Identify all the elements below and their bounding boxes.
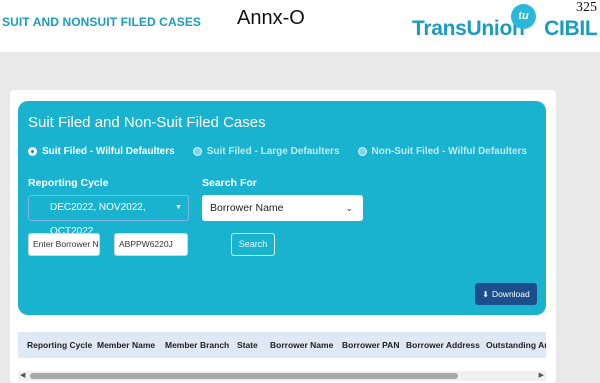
- radio-unselected-icon: [192, 147, 202, 156]
- panel-title: Suit Filed and Non-Suit Filed Cases: [28, 114, 266, 131]
- page-number: 325: [576, 0, 597, 15]
- column-header[interactable]: State: [237, 332, 258, 358]
- radio-label: Suit Filed - Wilful Defaulters: [42, 146, 175, 157]
- radio-label: Suit Filed - Large Defaulters: [206, 146, 340, 157]
- brand-name: TransUnion: [412, 17, 525, 40]
- scroll-left-icon[interactable]: ◀: [20, 371, 25, 381]
- results-table-header: Reporting Cycle Member Name Member Branc…: [18, 332, 546, 358]
- radio-selected-icon: [28, 147, 37, 156]
- download-label: Download: [491, 289, 530, 299]
- search-button[interactable]: Search: [231, 233, 275, 256]
- annex-label: Annx-O: [237, 7, 305, 29]
- scrollbar-thumb[interactable]: [30, 373, 458, 379]
- reporting-cycle-value: DEC2022, NOV2022, OCT2022: [50, 202, 146, 237]
- column-header[interactable]: Member Branch: [165, 332, 229, 358]
- download-icon: ⬇: [482, 290, 489, 299]
- document-header: SUIT AND NONSUIT FILED CASES Annx-O 325 …: [0, 0, 600, 52]
- radio-suit-filed-large[interactable]: Suit Filed - Large Defaulters: [192, 146, 340, 157]
- download-button[interactable]: ⬇ Download: [475, 283, 537, 305]
- horizontal-scrollbar[interactable]: ◀ ▶: [18, 371, 546, 381]
- borrower-name-input[interactable]: Enter Borrower N: [28, 233, 100, 256]
- search-panel: Suit Filed and Non-Suit Filed Cases Suit…: [18, 101, 546, 315]
- column-header[interactable]: Borrower Address: [406, 332, 480, 358]
- tu-logo-icon: tu: [511, 4, 536, 29]
- caret-down-icon: ▼: [175, 204, 182, 211]
- brand-product: CIBIL: [544, 17, 598, 40]
- column-header[interactable]: Member Name: [97, 332, 155, 358]
- case-type-radio-group: Suit Filed - Wilful Defaulters Suit File…: [28, 146, 527, 157]
- radio-non-suit-filed-wilful[interactable]: Non-Suit Filed - Wilful Defaulters: [357, 146, 527, 157]
- column-header[interactable]: Reporting Cycle: [27, 332, 92, 358]
- borrower-pan-input[interactable]: ABPPW6220J: [114, 233, 188, 256]
- search-for-value: Borrower Name: [210, 202, 284, 214]
- radio-suit-filed-wilful[interactable]: Suit Filed - Wilful Defaulters: [28, 146, 175, 157]
- radio-unselected-icon: [357, 147, 367, 156]
- chevron-down-icon: ⌄: [345, 203, 353, 213]
- radio-label: Non-Suit Filed - Wilful Defaulters: [371, 146, 527, 157]
- search-for-select[interactable]: Borrower Name ⌄: [202, 195, 363, 221]
- column-header[interactable]: Borrower Name: [270, 332, 333, 358]
- scroll-right-icon[interactable]: ▶: [539, 371, 544, 381]
- search-for-label: Search For: [202, 177, 257, 189]
- column-header[interactable]: Outstanding Amo: [486, 332, 546, 358]
- document-title: SUIT AND NONSUIT FILED CASES: [2, 15, 202, 29]
- reporting-cycle-select[interactable]: DEC2022, NOV2022, OCT2022 ▼: [28, 195, 189, 237]
- reporting-cycle-label: Reporting Cycle: [28, 177, 109, 189]
- transunion-cibil-logo: TransUnion®CIBIL: [412, 17, 598, 41]
- column-header[interactable]: Borrower PAN: [342, 332, 399, 358]
